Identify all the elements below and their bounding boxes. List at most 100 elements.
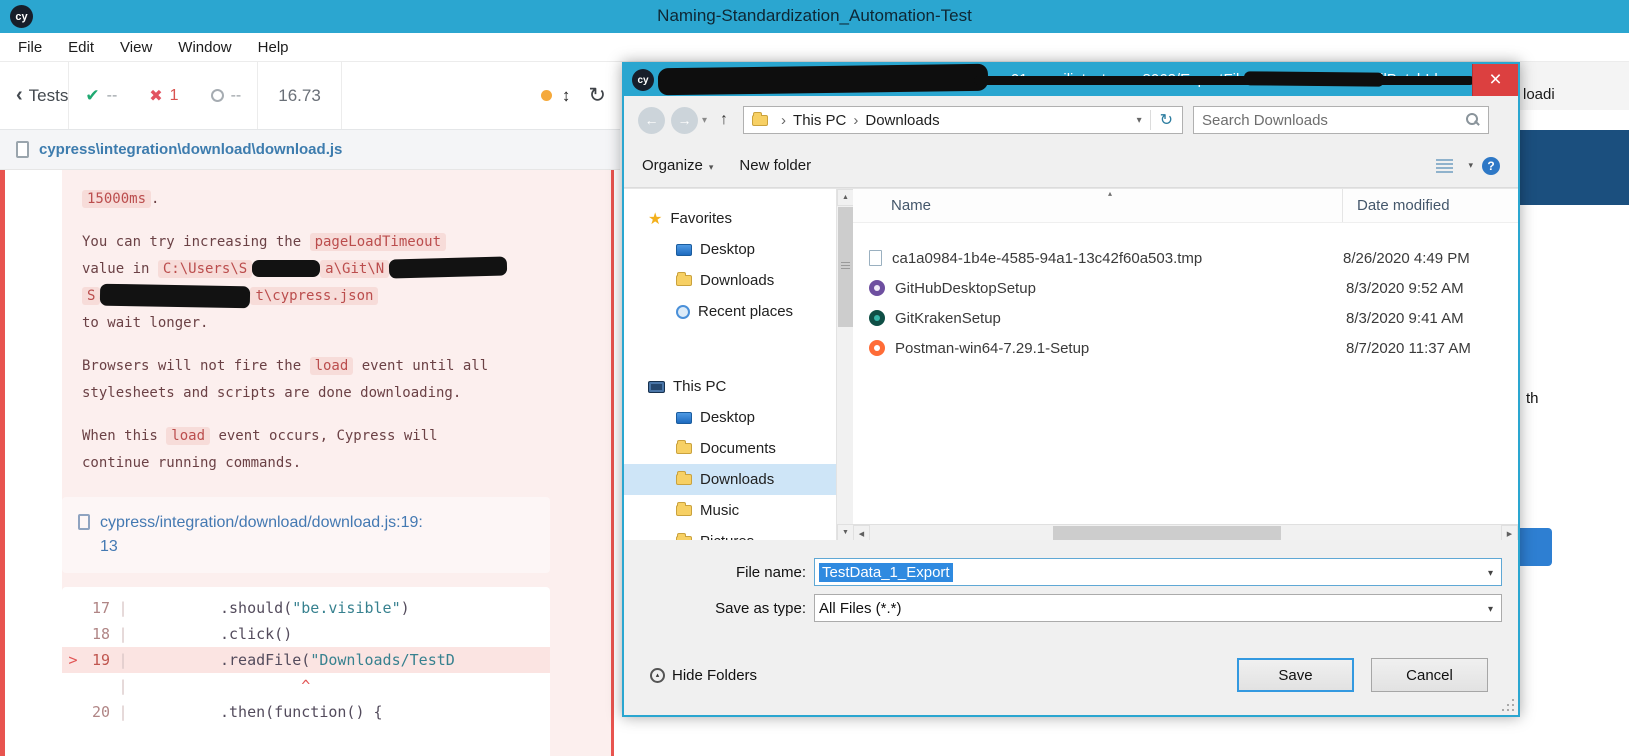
code-chip-path-mid2: S (82, 287, 101, 305)
tree-item-pc-documents[interactable]: Documents (624, 433, 836, 464)
redaction-blob (100, 283, 251, 309)
file-name-input[interactable]: TestData_1_Export ▾ (814, 558, 1502, 586)
tree-item-pc-downloads-selected[interactable]: Downloads (624, 464, 836, 495)
column-header-name[interactable]: Name (853, 189, 1343, 222)
background-partial-text: loadi (1523, 86, 1555, 103)
address-dropdown-icon[interactable]: ▾ (1129, 115, 1150, 126)
sort-ascending-icon: ▴ (1108, 189, 1113, 198)
horizontal-scrollbar[interactable]: ◀ ▶ (853, 524, 1518, 540)
new-folder-button[interactable]: New folder (739, 157, 811, 174)
app-titlebar: cy Naming-Standardization_Automation-Tes… (0, 0, 1629, 33)
back-button[interactable]: ← (638, 106, 665, 134)
dialog-command-bar: Organize ▾ New folder ▾ ? (624, 144, 1518, 188)
background-page-fragment: loadi th (1520, 62, 1629, 756)
tree-item-pc-music[interactable]: Music (624, 495, 836, 526)
save-type-select[interactable]: All Files (*.*) ▾ (814, 594, 1502, 622)
computer-icon (648, 380, 665, 393)
cypress-logo-icon: cy (632, 69, 654, 91)
breadcrumb-separator-icon: › (781, 111, 787, 129)
tree-scrollbar[interactable]: ▲ ▼ (836, 189, 854, 540)
file-row[interactable]: ca1a0984-1b4e-4585-94a1-13c42f60a503.tmp… (853, 243, 1518, 273)
scrollbar-thumb[interactable] (1053, 526, 1281, 540)
passed-count: -- (106, 86, 118, 104)
combo-dropdown-icon[interactable]: ▾ (1488, 568, 1493, 579)
stat-pending: -- (195, 87, 258, 105)
organize-button[interactable]: Organize ▾ (642, 157, 713, 174)
breadcrumb-item-this-pc[interactable]: This PC (793, 112, 846, 129)
background-download-bar: loadi (1520, 62, 1629, 110)
spec-path-bar: cypress\integration\download\download.js (0, 130, 620, 170)
scrollbar-thumb[interactable] (838, 207, 853, 327)
combo-dropdown-icon[interactable]: ▾ (1488, 604, 1493, 615)
cancel-button[interactable]: Cancel (1371, 658, 1488, 692)
folder-icon (676, 533, 692, 540)
save-button[interactable]: Save (1237, 658, 1354, 692)
tests-label: Tests (28, 85, 69, 105)
file-rows: ca1a0984-1b4e-4585-94a1-13c42f60a503.tmp… (853, 223, 1518, 363)
spec-path-link[interactable]: cypress\integration\download\download.js (39, 141, 342, 158)
menu-item-edit[interactable]: Edit (68, 39, 94, 56)
save-type-label: Save as type: (715, 599, 806, 617)
file-row[interactable]: Postman-win64-7.29.1-Setup 8/7/2020 11:3… (853, 333, 1518, 363)
error-line-marker: > (68, 651, 78, 669)
view-dropdown-icon[interactable]: ▾ (1468, 160, 1473, 171)
dropdown-icon: ▾ (708, 162, 714, 172)
failed-count: 1 (169, 86, 179, 104)
tree-item-pc-pictures[interactable]: Pictures (624, 526, 836, 540)
search-icon (1465, 113, 1479, 127)
error-file-link[interactable]: cypress/integration/download/download.js… (100, 511, 423, 559)
back-to-tests-button[interactable]: ‹ Tests (16, 84, 68, 107)
close-button[interactable]: × (1472, 64, 1518, 96)
tree-item-this-pc[interactable]: This PC (624, 371, 836, 402)
menu-item-help[interactable]: Help (258, 39, 289, 56)
tree-item-fav-downloads[interactable]: Downloads (624, 265, 836, 296)
menu-item-file[interactable]: File (18, 39, 42, 56)
error-line: value in C:\Users\S a\Git\N (62, 256, 611, 283)
file-row[interactable]: GitKrakenSetup 8/3/2020 9:41 AM (853, 303, 1518, 333)
check-icon: ✔ (85, 85, 100, 105)
refresh-button[interactable]: ↻ (1151, 110, 1182, 130)
scroll-left-button[interactable]: ◀ (853, 525, 870, 540)
desktop-icon (676, 243, 692, 256)
refresh-icon[interactable]: ↻ (588, 83, 606, 108)
code-chip-timeout: 15000ms (82, 190, 152, 208)
resize-grip[interactable] (1512, 709, 1514, 711)
tree-item-pc-desktop[interactable]: Desktop (624, 402, 836, 433)
menu-item-window[interactable]: Window (178, 39, 231, 56)
postman-icon (869, 340, 885, 356)
search-input[interactable]: Search Downloads (1193, 106, 1490, 134)
column-header-date-modified[interactable]: Date modified (1343, 189, 1518, 222)
error-file-link-card[interactable]: cypress/integration/download/download.js… (62, 497, 550, 573)
scroll-down-button[interactable]: ▼ (837, 524, 854, 540)
autoscroll-arrow-icon[interactable]: ↕ (562, 86, 571, 106)
tree-item-recent-places[interactable]: Recent places (624, 296, 836, 327)
help-button[interactable]: ? (1482, 156, 1500, 175)
file-row[interactable]: GitHubDesktopSetup 8/3/2020 9:52 AM (853, 273, 1518, 303)
background-partial-text: th (1526, 390, 1539, 407)
redaction-blob (1243, 71, 1385, 87)
up-button[interactable]: ↑ (711, 111, 737, 129)
pending-count: -- (230, 86, 242, 104)
cypress-logo-icon: cy (10, 5, 33, 28)
file-icon (16, 141, 29, 158)
redaction-blob (252, 260, 321, 277)
scroll-right-button[interactable]: ▶ (1501, 525, 1518, 540)
view-options-icon[interactable] (1436, 158, 1454, 173)
code-caret-line: | ^ (118, 677, 311, 695)
breadcrumb-item-downloads[interactable]: Downloads (865, 112, 939, 129)
breadcrumb-bar[interactable]: › This PC › Downloads ▾ ↻ (743, 106, 1184, 134)
chevron-left-icon: ‹ (16, 84, 23, 106)
menu-item-view[interactable]: View (120, 39, 152, 56)
runner-toolbar: ‹ Tests ✔ -- ✖ 1 -- 16.73 ↕ ↻ (0, 62, 620, 130)
forward-button[interactable]: → (671, 106, 698, 134)
runner-toolbar-right: ↕ ↻ (540, 83, 606, 108)
hide-folders-button[interactable]: ▴ Hide Folders (650, 667, 757, 684)
folder-tree: ★ Favorites Desktop Downloads Recent pla… (624, 189, 836, 540)
history-dropdown-icon[interactable]: ▾ (702, 115, 707, 126)
scroll-up-button[interactable]: ▲ (837, 189, 854, 206)
tree-item-fav-desktop[interactable]: Desktop (624, 234, 836, 265)
redaction-blob (974, 76, 1474, 85)
error-paragraph-3: When this load event occurs, Cypress wil… (62, 423, 611, 477)
folder-icon (676, 440, 692, 454)
tree-item-favorites[interactable]: ★ Favorites (624, 203, 836, 234)
